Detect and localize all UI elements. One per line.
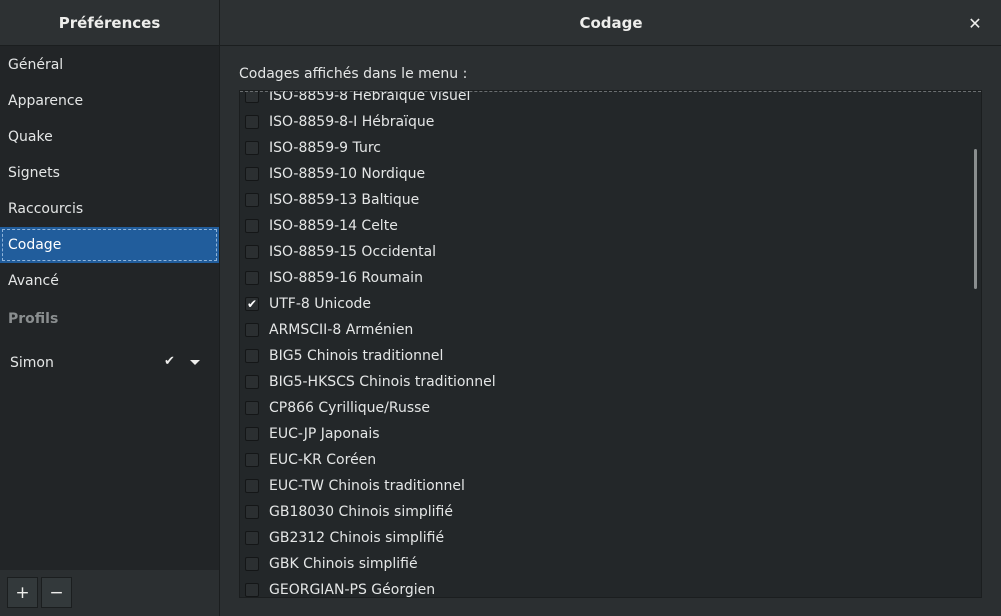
scrollbar[interactable] xyxy=(974,149,977,289)
encoding-label: ARMSCII-8 Arménien xyxy=(269,322,414,338)
encoding-checkbox[interactable] xyxy=(245,453,259,467)
encoding-row[interactable]: CP866 Cyrillique/Russe xyxy=(240,395,981,421)
encoding-checkbox[interactable] xyxy=(245,271,259,285)
encoding-label: GBK Chinois simplifié xyxy=(269,556,418,572)
preferences-window: Préférences Codage ✕ Général Apparence Q… xyxy=(0,0,1001,616)
encoding-checkbox[interactable] xyxy=(245,505,259,519)
encoding-row[interactable]: ISO-8859-15 Occidental xyxy=(240,239,981,265)
encoding-checkbox[interactable] xyxy=(245,193,259,207)
encoding-label: BIG5 Chinois traditionnel xyxy=(269,348,444,364)
page-title: Codage xyxy=(579,13,643,32)
main-panel: Codages affichés dans le menu : ISO-8859… xyxy=(221,46,1001,616)
encoding-checkbox[interactable] xyxy=(245,531,259,545)
encoding-checkbox[interactable] xyxy=(245,583,259,597)
encoding-row[interactable]: EUC-TW Chinois traditionnel xyxy=(240,473,981,499)
encoding-row[interactable]: ISO-8859-16 Roumain xyxy=(240,265,981,291)
encoding-label: GB18030 Chinois simplifié xyxy=(269,504,453,520)
encoding-row[interactable]: ISO-8859-9 Turc xyxy=(240,135,981,161)
list-focus-border xyxy=(240,91,981,92)
sidebar-item-advanced[interactable]: Avancé xyxy=(0,263,219,299)
encodings-list-content: ISO-8859-8 Hébraïque visuel ISO-8859-8-I … xyxy=(240,90,981,598)
profile-row[interactable]: Simon ✔ xyxy=(0,345,219,381)
encoding-label: ISO-8859-8-I Hébraïque xyxy=(269,114,435,130)
encoding-checkbox[interactable] xyxy=(245,115,259,129)
encoding-label: ISO-8859-10 Nordique xyxy=(269,166,426,182)
encoding-checkbox[interactable]: ✔ xyxy=(245,297,259,311)
encoding-row[interactable]: ISO-8859-13 Baltique xyxy=(240,187,981,213)
encoding-checkbox[interactable] xyxy=(245,219,259,233)
encoding-label: ISO-8859-15 Occidental xyxy=(269,244,437,260)
encoding-label: ISO-8859-8 Hébraïque visuel xyxy=(269,90,471,104)
remove-profile-button[interactable]: − xyxy=(41,577,72,608)
encoding-row[interactable]: ARMSCII-8 Arménien xyxy=(240,317,981,343)
encodings-list[interactable]: ISO-8859-8 Hébraïque visuel ISO-8859-8-I … xyxy=(239,90,982,598)
profiles-heading: Profils xyxy=(8,311,59,327)
sidebar-item-general[interactable]: Général xyxy=(0,47,219,83)
encoding-checkbox[interactable] xyxy=(245,479,259,493)
chevron-down-icon[interactable] xyxy=(190,360,200,365)
encoding-checkbox[interactable] xyxy=(245,557,259,571)
encoding-row[interactable]: BIG5 Chinois traditionnel xyxy=(240,343,981,369)
sidebar-item-shortcuts[interactable]: Raccourcis xyxy=(0,191,219,227)
encoding-row[interactable]: ISO-8859-8-I Hébraïque xyxy=(240,109,981,135)
encoding-label: ISO-8859-13 Baltique xyxy=(269,192,420,208)
encoding-label: UTF-8 Unicode xyxy=(269,296,372,312)
encoding-label: GB2312 Chinois simplifié xyxy=(269,530,445,546)
sidebar-title: Préférences xyxy=(0,0,220,45)
encoding-row[interactable]: BIG5-HKSCS Chinois traditionnel xyxy=(240,369,981,395)
encoding-label: EUC-KR Coréen xyxy=(269,452,377,468)
encoding-row[interactable]: GB2312 Chinois simplifié xyxy=(240,525,981,551)
encoding-checkbox[interactable] xyxy=(245,349,259,363)
encoding-label: ISO-8859-9 Turc xyxy=(269,140,381,156)
encoding-label: EUC-JP Japonais xyxy=(269,426,380,442)
encoding-row[interactable]: GBK Chinois simplifié xyxy=(240,551,981,577)
sidebar-item-quake[interactable]: Quake xyxy=(0,119,219,155)
encoding-row[interactable]: GB18030 Chinois simplifié xyxy=(240,499,981,525)
encoding-checkbox[interactable] xyxy=(245,401,259,415)
header-bar: Préférences Codage ✕ xyxy=(0,0,1001,46)
encoding-label: BIG5-HKSCS Chinois traditionnel xyxy=(269,374,496,390)
profile-name: Simon xyxy=(10,355,54,371)
encoding-row[interactable]: ISO-8859-8 Hébraïque visuel xyxy=(240,90,981,109)
encoding-row[interactable]: ISO-8859-10 Nordique xyxy=(240,161,981,187)
sidebar-item-appearance[interactable]: Apparence xyxy=(0,83,219,119)
encoding-checkbox[interactable] xyxy=(245,167,259,181)
encoding-label: ISO-8859-16 Roumain xyxy=(269,270,423,286)
encodings-label: Codages affichés dans le menu : xyxy=(239,66,468,82)
encoding-checkbox[interactable] xyxy=(245,323,259,337)
encoding-row[interactable]: EUC-KR Coréen xyxy=(240,447,981,473)
sidebar-footer: + − xyxy=(0,570,220,616)
encoding-row[interactable]: ISO-8859-14 Celte xyxy=(240,213,981,239)
encoding-label: CP866 Cyrillique/Russe xyxy=(269,400,431,416)
encoding-label: EUC-TW Chinois traditionnel xyxy=(269,478,465,494)
encoding-row[interactable]: ✔ UTF-8 Unicode xyxy=(240,291,981,317)
sidebar-item-bookmarks[interactable]: Signets xyxy=(0,155,219,191)
encoding-checkbox[interactable] xyxy=(245,141,259,155)
checkmark-icon: ✔ xyxy=(164,354,175,369)
encoding-label: ISO-8859-14 Celte xyxy=(269,218,398,234)
sidebar-item-encoding[interactable]: Codage xyxy=(0,227,219,263)
encoding-checkbox[interactable] xyxy=(245,245,259,259)
close-icon[interactable]: ✕ xyxy=(965,13,985,33)
add-profile-button[interactable]: + xyxy=(7,577,38,608)
sidebar: Général Apparence Quake Signets Raccourc… xyxy=(0,46,220,570)
encoding-row[interactable]: GEORGIAN-PS Géorgien xyxy=(240,577,981,598)
encoding-checkbox[interactable] xyxy=(245,375,259,389)
encoding-checkbox[interactable] xyxy=(245,427,259,441)
encoding-row[interactable]: EUC-JP Japonais xyxy=(240,421,981,447)
encoding-label: GEORGIAN-PS Géorgien xyxy=(269,582,436,598)
